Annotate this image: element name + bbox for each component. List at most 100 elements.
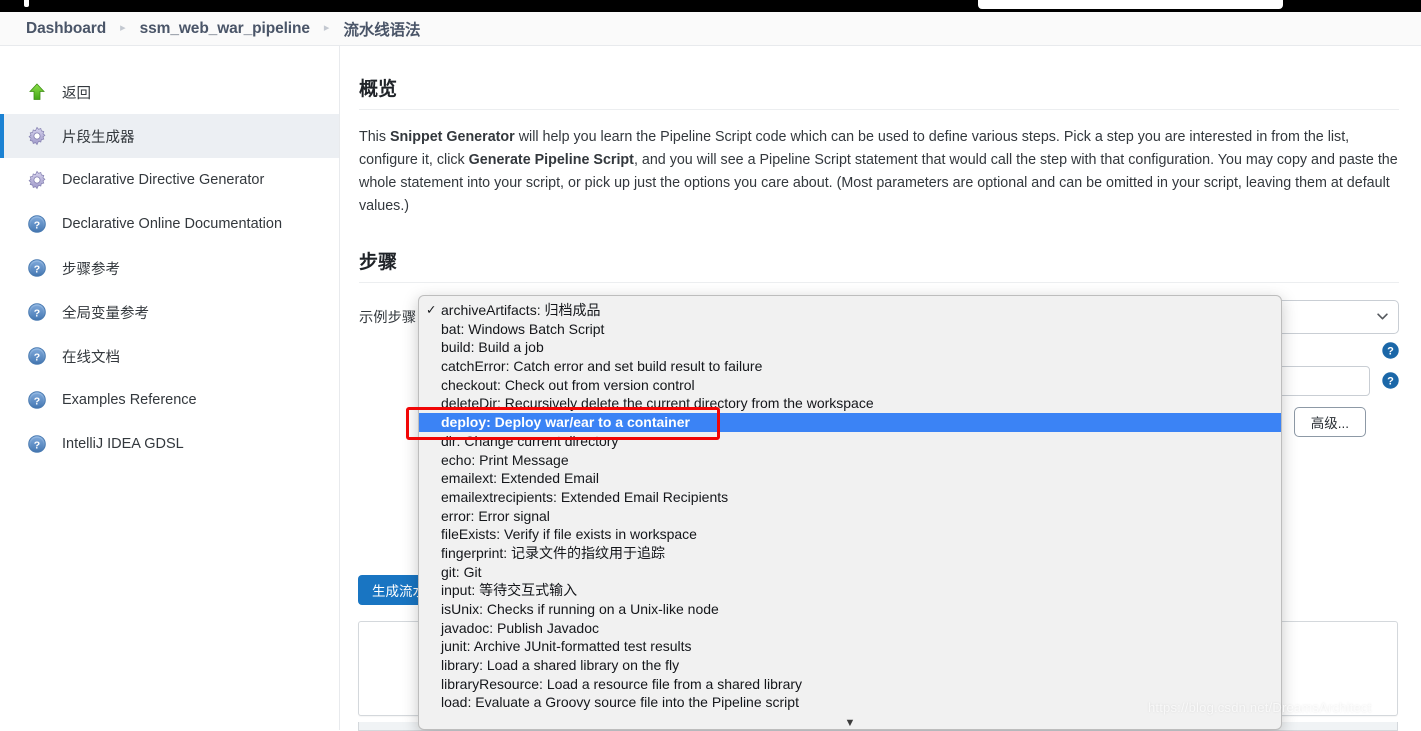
breadcrumb-dashboard[interactable]: Dashboard xyxy=(26,20,106,38)
sidebar: 返回 片段生成器 Declarative Directive Generator xyxy=(0,46,340,730)
intro-bold-snippet-generator: Snippet Generator xyxy=(389,129,515,145)
top-black-bar xyxy=(0,0,1421,12)
dropdown-option[interactable]: fileExists: Verify if file exists in wor… xyxy=(419,525,1281,544)
svg-text:?: ? xyxy=(34,219,40,231)
sidebar-item-declarative-directive-generator[interactable]: Declarative Directive Generator xyxy=(0,158,339,202)
dropdown-option-label: fileExists: Verify if file exists in wor… xyxy=(441,526,697,543)
scroll-down-arrow-icon[interactable]: ▼ xyxy=(419,718,1281,729)
dropdown-option[interactable]: junit: Archive JUnit-formatted test resu… xyxy=(419,637,1281,656)
sidebar-item-label: 片段生成器 xyxy=(62,129,135,146)
help-circle-icon[interactable]: ? xyxy=(1382,342,1399,359)
dropdown-option-label: catchError: Catch error and set build re… xyxy=(441,358,763,375)
dropdown-option[interactable]: emailextrecipients: Extended Email Recip… xyxy=(419,488,1281,507)
breadcrumb-separator-icon: ▸ xyxy=(323,22,330,34)
sidebar-item-intellij-idea-gdsl[interactable]: ? IntelliJ IDEA GDSL xyxy=(0,422,339,466)
sidebar-item-label: Declarative Online Documentation xyxy=(62,216,283,232)
sidebar-item-declarative-online-documentation[interactable]: ? Declarative Online Documentation xyxy=(0,202,339,246)
dropdown-option[interactable]: library: Load a shared library on the fl… xyxy=(419,656,1281,675)
svg-text:?: ? xyxy=(1387,375,1394,387)
sidebar-item-snippet-generator[interactable]: 片段生成器 xyxy=(0,114,339,158)
page-title: 概览 xyxy=(359,79,398,100)
chevron-down-icon xyxy=(1377,313,1388,320)
breadcrumb-separator-icon: ▸ xyxy=(120,22,126,34)
dropdown-option-label: emailextrecipients: Extended Email Recip… xyxy=(441,488,729,505)
sidebar-item-step-reference[interactable]: ? 步骤参考 xyxy=(0,246,339,290)
dropdown-option-label: library: Load a shared library on the fl… xyxy=(441,657,680,674)
dropdown-option-label: load: Evaluate a Groovy source file into… xyxy=(441,694,799,711)
sidebar-item-label: IntelliJ IDEA GDSL xyxy=(62,436,184,452)
sidebar-item-global-variable-reference[interactable]: ? 全局变量参考 xyxy=(0,290,339,334)
dropdown-option[interactable]: javadoc: Publish Javadoc xyxy=(419,619,1281,638)
jenkins-logo-icon[interactable] xyxy=(24,0,29,7)
watermark: https://blog.csdn.net/DreamsArchitect xyxy=(1148,700,1372,715)
dropdown-option-label: git: Git xyxy=(441,563,482,580)
dropdown-option-label: archiveArtifacts: 归档成品 xyxy=(441,302,601,318)
svg-text:?: ? xyxy=(1387,345,1394,357)
sidebar-item-label: 步骤参考 xyxy=(62,261,120,278)
breadcrumb-pipeline-syntax[interactable]: 流水线语法 xyxy=(343,18,420,40)
advanced-button[interactable]: 高级... xyxy=(1293,406,1366,437)
help-circle-icon[interactable]: ? xyxy=(1382,372,1399,389)
dropdown-option[interactable]: emailext: Extended Email xyxy=(419,469,1281,488)
dropdown-option-label: bat: Windows Batch Script xyxy=(441,320,605,337)
dropdown-option[interactable]: build: Build a job xyxy=(419,338,1281,357)
intro-bold-generate-pipeline-script: Generate Pipeline Script xyxy=(468,152,634,169)
intro-text-1: This xyxy=(359,129,390,145)
dropdown-option[interactable]: git: Git xyxy=(419,563,1281,582)
svg-text:?: ? xyxy=(34,351,40,363)
dropdown-option[interactable]: isUnix: Checks if running on a Unix-like… xyxy=(419,600,1281,619)
dropdown-option-label: error: Error signal xyxy=(441,507,550,524)
sidebar-item-label: Examples Reference xyxy=(62,392,197,408)
sidebar-item-label: 全局变量参考 xyxy=(62,305,149,322)
dropdown-option-label: build: Build a job xyxy=(441,339,544,356)
dropdown-option[interactable]: fingerprint: 记录文件的指纹用于追踪 xyxy=(419,544,1281,563)
dropdown-option[interactable]: catchError: Catch error and set build re… xyxy=(419,357,1281,376)
intro-paragraph: This Snippet Generator will help you lea… xyxy=(359,126,1399,219)
breadcrumb: Dashboard ▸ ssm_web_war_pipeline ▸ 流水线语法 xyxy=(0,12,1421,46)
steps-divider xyxy=(359,281,1399,283)
help-icon: ? xyxy=(26,257,48,279)
breadcrumb-project[interactable]: ssm_web_war_pipeline xyxy=(140,20,310,38)
gear-icon xyxy=(26,169,48,191)
up-arrow-icon xyxy=(26,81,48,103)
dropdown-option-label: isUnix: Checks if running on a Unix-like… xyxy=(441,601,719,617)
svg-text:?: ? xyxy=(34,263,40,275)
dropdown-option-label: deleteDir: Recursively delete the curren… xyxy=(441,395,874,412)
dropdown-option[interactable]: deploy: Deploy war/ear to a container xyxy=(419,413,1281,432)
help-icon: ? xyxy=(26,301,48,323)
dropdown-option[interactable]: ✓ archiveArtifacts: 归档成品 xyxy=(419,301,1281,320)
dropdown-option-label: dir: Change current directory xyxy=(441,432,619,449)
dropdown-option-label: javadoc: Publish Javadoc xyxy=(441,619,599,636)
help-icon: ? xyxy=(26,433,48,455)
help-icon: ? xyxy=(26,389,48,411)
dropdown-option[interactable]: bat: Windows Batch Script xyxy=(419,320,1281,339)
sidebar-item-label: 返回 xyxy=(62,85,91,102)
title-divider xyxy=(359,109,1399,110)
svg-text:?: ? xyxy=(34,395,40,407)
sample-step-dropdown-list[interactable]: ✓ archiveArtifacts: 归档成品 bat: Windows Batc… xyxy=(418,295,1282,730)
sidebar-item-back[interactable]: 返回 xyxy=(0,70,339,114)
sidebar-item-online-documentation[interactable]: ? 在线文档 xyxy=(0,334,339,378)
dropdown-option[interactable]: checkout: Check out from version control xyxy=(419,376,1281,395)
sidebar-item-examples-reference[interactable]: ? Examples Reference xyxy=(0,378,339,422)
dropdown-option[interactable]: deleteDir: Recursively delete the curren… xyxy=(419,394,1281,413)
svg-text:?: ? xyxy=(34,439,40,451)
dropdown-option-label: deploy: Deploy war/ear to a container xyxy=(441,414,690,431)
dropdown-option-label: fingerprint: 记录文件的指纹用于追踪 xyxy=(441,544,666,561)
global-search-input[interactable] xyxy=(978,0,1283,9)
dropdown-option[interactable]: input: 等待交互式输入 xyxy=(419,581,1281,600)
dropdown-option[interactable]: echo: Print Message xyxy=(419,451,1281,470)
gear-icon xyxy=(26,125,48,147)
help-icon: ? xyxy=(26,345,48,367)
svg-text:?: ? xyxy=(34,307,40,319)
dropdown-option[interactable]: libraryResource: Load a resource file fr… xyxy=(419,675,1281,694)
dropdown-option[interactable]: dir: Change current directory xyxy=(419,432,1281,451)
dropdown-option-label: checkout: Check out from version control xyxy=(441,376,695,393)
dropdown-option-label: libraryResource: Load a resource file fr… xyxy=(441,675,803,692)
dropdown-option-label: input: 等待交互式输入 xyxy=(441,582,578,599)
dropdown-option-label: emailext: Extended Email xyxy=(441,470,599,487)
sidebar-item-label: 在线文档 xyxy=(62,349,120,366)
steps-title: 步骤 xyxy=(359,251,398,273)
check-icon: ✓ xyxy=(426,303,437,317)
dropdown-option[interactable]: error: Error signal xyxy=(419,507,1281,526)
